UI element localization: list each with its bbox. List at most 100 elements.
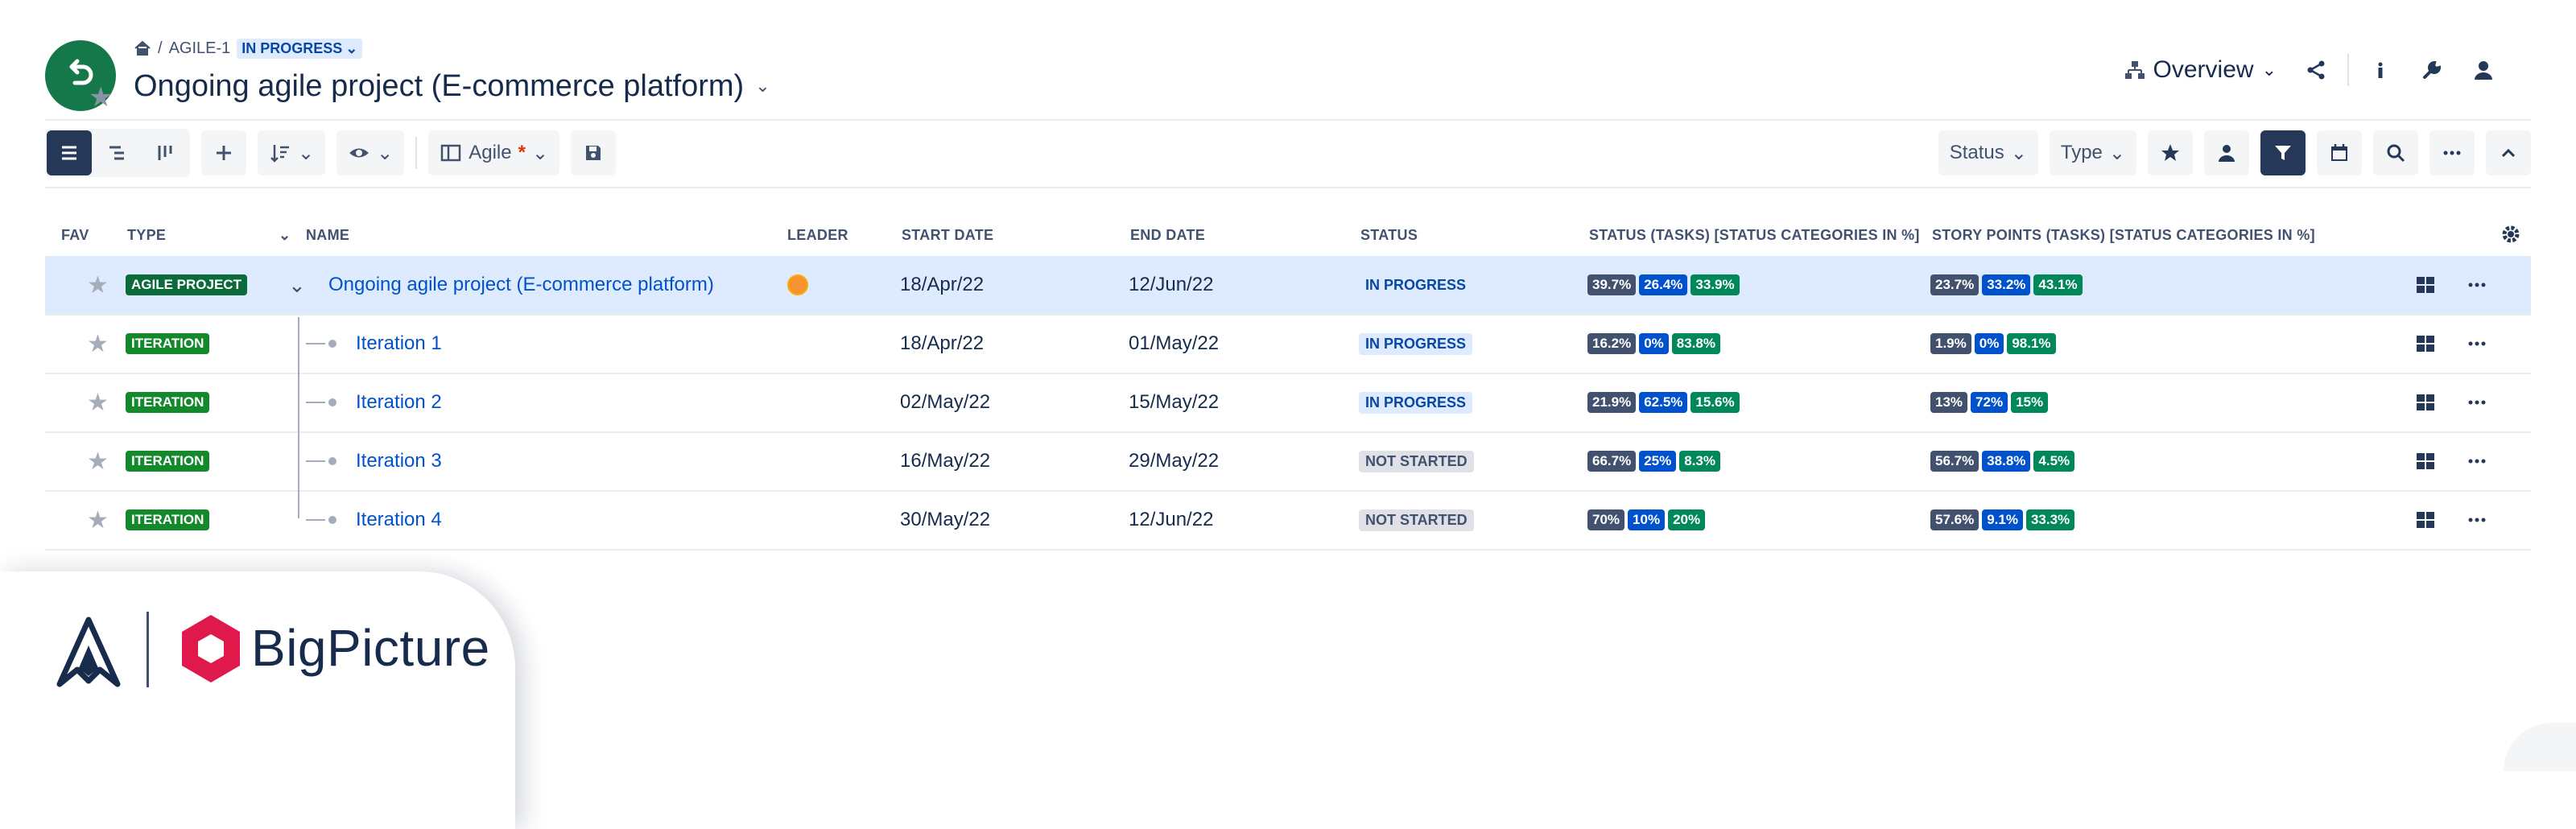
board-view-icon[interactable] (2415, 491, 2436, 549)
star-icon[interactable]: ★ (87, 432, 109, 490)
table-row[interactable]: ★ ITERATION Iteration 3 16/May/22 29/May/22 N… (45, 432, 2531, 492)
favorites-filter-button[interactable] (2148, 130, 2193, 175)
percent-badge: 43.1% (2033, 274, 2083, 295)
share-button[interactable] (2296, 50, 2336, 90)
more-icon[interactable] (2467, 373, 2487, 431)
search-button[interactable] (2373, 130, 2418, 175)
column-status-tasks[interactable]: STATUS (TASKS) [STATUS CATEGORIES IN %] (1589, 227, 1920, 244)
filter-button[interactable] (2260, 130, 2306, 175)
type-filter[interactable]: Type ⌄ (2049, 130, 2136, 175)
status-tasks-bars: 16.2% 0% 83.8% (1587, 315, 1720, 373)
more-button[interactable] (2429, 130, 2475, 175)
column-expand-all[interactable]: ⌄ (279, 227, 291, 244)
board-view-icon[interactable] (2415, 256, 2436, 314)
percent-badge: 33.9% (1690, 274, 1740, 295)
start-date: 30/May/22 (900, 509, 991, 530)
percent-badge: 8.3% (1679, 451, 1720, 472)
type-cell: ITERATION (126, 373, 210, 431)
percent-badge: 16.2% (1587, 333, 1637, 354)
hierarchy-icon (2124, 61, 2145, 79)
board-view-icon[interactable] (2415, 315, 2436, 373)
gear-icon[interactable] (2500, 224, 2521, 245)
percent-badge: 26.4% (1639, 274, 1688, 295)
overview-menu[interactable]: Overview ⌄ (2116, 50, 2285, 90)
type-badge: ITERATION (126, 451, 210, 472)
info-button[interactable] (2360, 50, 2401, 90)
story-points-bars: 23.7% 33.2% 43.1% (1930, 256, 2083, 314)
type-cell: ITERATION (126, 491, 210, 549)
divider (147, 612, 149, 687)
more-icon[interactable] (2467, 432, 2487, 490)
chevron-down-icon[interactable]: ⌄ (288, 256, 306, 314)
percent-badge: 72% (1971, 392, 2008, 413)
item-name-link[interactable]: Ongoing agile project (E-commerce platfo… (328, 256, 714, 314)
table-row[interactable]: ★ ITERATION Iteration 4 30/May/22 12/Jun/22 N… (45, 491, 2531, 551)
toolbar-right: Status ⌄ Type ⌄ (1938, 129, 2531, 177)
board-view-icon[interactable] (2415, 432, 2436, 490)
sort-button[interactable]: ⌄ (258, 130, 326, 175)
percent-badge: 1.9% (1930, 333, 1971, 354)
more-icon[interactable] (2467, 315, 2487, 373)
percent-badge: 15.6% (1690, 392, 1740, 413)
column-story-points[interactable]: STORY POINTS (TASKS) [STATUS CATEGORIES … (1932, 227, 2315, 244)
table-row[interactable]: ★ ITERATION Iteration 1 18/Apr/22 01/May/22 I… (45, 315, 2531, 374)
column-leader[interactable]: LEADER (787, 227, 848, 244)
star-icon[interactable]: ★ (87, 256, 109, 314)
percent-badge: 56.7% (1930, 451, 1979, 472)
star-icon[interactable]: ★ (87, 373, 109, 431)
board-view-button[interactable] (143, 130, 188, 175)
more-icon[interactable] (2467, 491, 2487, 549)
status-filter[interactable]: Status ⌄ (1938, 130, 2038, 175)
percent-badge: 20% (1668, 509, 1706, 530)
settings-button[interactable] (2412, 50, 2452, 90)
star-icon[interactable]: ★ (87, 491, 109, 549)
sort-icon (270, 145, 289, 163)
user-button[interactable] (2463, 50, 2504, 90)
story-points-bars: 56.7% 38.8% 4.5% (1930, 432, 2075, 490)
percent-badge: 0% (1974, 333, 2004, 354)
view-selector-label: Agile (469, 142, 512, 163)
column-type[interactable]: TYPE (127, 227, 166, 244)
story-points-bars: 57.6% 9.1% 33.3% (1930, 491, 2075, 549)
percent-badge: 38.8% (1982, 451, 2031, 472)
home-icon[interactable] (134, 39, 151, 57)
view-selector[interactable]: Agile * ⌄ (428, 130, 560, 175)
status-dropdown[interactable]: IN PROGRESS ⌄ (237, 38, 363, 59)
calendar-button[interactable] (2317, 130, 2362, 175)
board-view-icon[interactable] (2415, 373, 2436, 431)
assignee-filter-button[interactable] (2204, 130, 2249, 175)
table-row[interactable]: ★ AGILE PROJECT ⌄ Ongoing agile project (E-… (45, 256, 2531, 316)
item-name-link[interactable]: Iteration 3 (356, 432, 442, 490)
column-end-date[interactable]: END DATE (1130, 227, 1205, 244)
story-points-bars: 1.9% 0% 98.1% (1930, 315, 2056, 373)
column-status[interactable]: STATUS (1360, 227, 1418, 244)
list-view-button[interactable] (47, 130, 92, 175)
more-icon[interactable] (2467, 256, 2487, 314)
visibility-button[interactable]: ⌄ (336, 130, 405, 175)
tree-view-button[interactable] (95, 130, 140, 175)
column-start-date[interactable]: START DATE (902, 227, 993, 244)
collapse-button[interactable] (2486, 130, 2531, 175)
save-view-button[interactable] (571, 130, 617, 175)
item-name-link[interactable]: Iteration 1 (356, 315, 442, 373)
column-fav[interactable]: FAV (61, 227, 89, 244)
view-switcher (45, 129, 190, 177)
breadcrumb: / AGILE-1 IN PROGRESS ⌄ (134, 37, 363, 60)
item-name-link[interactable]: Iteration 4 (356, 491, 442, 549)
add-button[interactable] (201, 130, 246, 175)
page-title[interactable]: Ongoing agile project (E-commerce platfo… (134, 66, 770, 106)
item-name-link[interactable]: Iteration 2 (356, 373, 442, 431)
corner-decoration (2504, 723, 2576, 771)
breadcrumb-key[interactable]: AGILE-1 (169, 39, 231, 58)
type-filter-label: Type (2060, 142, 2103, 163)
start-date: 02/May/22 (900, 391, 991, 413)
table-row[interactable]: ★ ITERATION Iteration 2 02/May/22 15/May/22 I… (45, 373, 2531, 433)
columns-icon (440, 144, 461, 162)
column-name[interactable]: NAME (306, 227, 349, 244)
star-icon[interactable]: ★ (87, 315, 109, 373)
type-badge: AGILE PROJECT (126, 274, 247, 295)
star-icon[interactable]: ★ (89, 84, 116, 111)
avatar[interactable] (787, 274, 808, 295)
status-filter-label: Status (1949, 142, 2004, 163)
star-icon (2161, 144, 2179, 161)
